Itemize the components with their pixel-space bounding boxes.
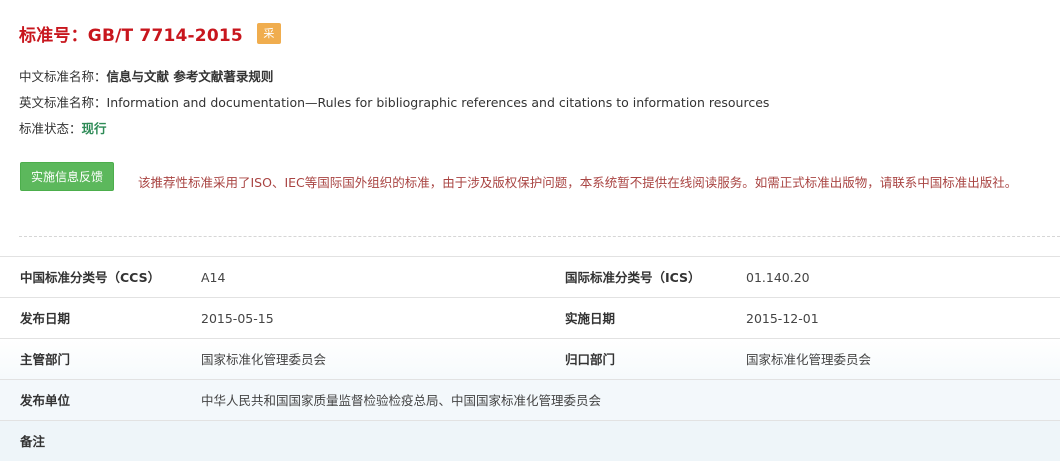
implementation-feedback-button[interactable]: 实施信息反馈 [20,162,114,191]
implement-date-label: 实施日期 [565,311,616,326]
table-row: 备注 [0,420,1060,461]
issuer-label: 发布单位 [20,393,71,408]
chinese-name-value: 信息与文献 参考文献著录规则 [106,69,274,84]
english-name-label: 英文标准名称： [19,95,107,110]
administrative-value: 国家标准化管理委员会 [746,352,872,367]
english-name-row: 英文标准名称：Information and documentation—Rul… [19,95,769,111]
dashed-divider [19,236,1060,237]
standard-number-title: 标准号：GB/T 7714-2015 [19,26,243,46]
administrative-label: 归口部门 [565,352,616,367]
remark-label: 备注 [20,434,46,449]
table-row: 发布日期 2015-05-15 实施日期 2015-12-01 [0,297,1060,338]
status-label: 标准状态： [19,121,82,136]
table-row: 中国标准分类号（CCS） A14 国际标准分类号（ICS） 01.140.20 [0,256,1060,297]
english-name-value: Information and documentation—Rules for … [106,95,770,110]
ccs-value: A14 [201,270,226,285]
issuer-value: 中华人民共和国国家质量监督检验检疫总局、中国国家标准化管理委员会 [201,393,602,408]
table-row: 发布单位 中华人民共和国国家质量监督检验检疫总局、中国国家标准化管理委员会 [0,379,1060,420]
department-value: 国家标准化管理委员会 [201,352,327,367]
status-value: 现行 [81,121,107,136]
ics-label: 国际标准分类号（ICS） [565,270,701,285]
chinese-name-row: 中文标准名称：信息与文献 参考文献著录规则 [19,69,273,85]
status-row: 标准状态：现行 [19,121,107,137]
ics-value: 01.140.20 [746,270,810,285]
table-row: 主管部门 国家标准化管理委员会 归口部门 国家标准化管理委员会 [0,338,1060,379]
implement-date-value: 2015-12-01 [746,311,819,326]
title-row: 标准号：GB/T 7714-2015 采 [19,21,281,46]
copyright-notice: 该推荐性标准采用了ISO、IEC等国际国外组织的标准，由于涉及版权保护问题，本系… [138,175,1018,190]
ccs-label: 中国标准分类号（CCS） [20,270,161,285]
adopted-badge: 采 [256,23,281,44]
chinese-name-label: 中文标准名称： [19,69,107,84]
department-label: 主管部门 [20,352,71,367]
standard-detail-page: 标准号：GB/T 7714-2015 采 中文标准名称：信息与文献 参考文献著录… [0,0,1060,467]
standard-info-table: 中国标准分类号（CCS） A14 国际标准分类号（ICS） 01.140.20 … [0,256,1060,461]
publish-date-label: 发布日期 [20,311,71,326]
publish-date-value: 2015-05-15 [201,311,274,326]
